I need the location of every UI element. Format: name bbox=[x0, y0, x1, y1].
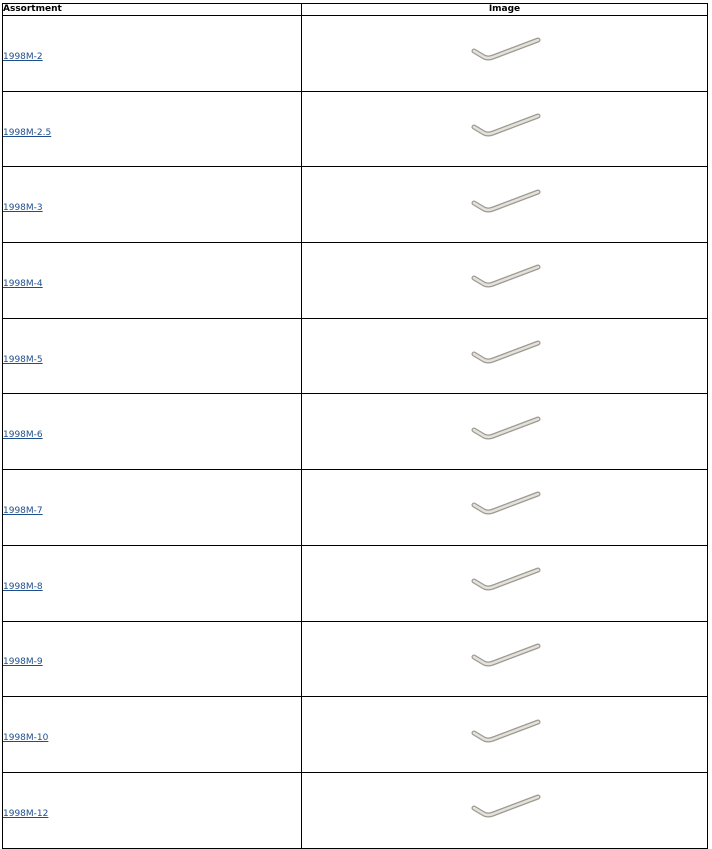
assortment-cell: 1998M-5 bbox=[2, 317, 302, 395]
part-link[interactable]: 1998M-4 bbox=[3, 279, 43, 289]
part-link[interactable]: 1998M-8 bbox=[3, 582, 43, 592]
image-cell bbox=[301, 393, 708, 471]
assortment-cell: 1998M-4 bbox=[2, 242, 302, 319]
hex-key-icon bbox=[471, 416, 540, 440]
assortment-cell: 1998M-2.5 bbox=[2, 90, 302, 168]
assortment-table: Assortment Image 1998M-2 1998M-2.5 1998M… bbox=[2, 3, 708, 849]
table-row: 1998M-10 bbox=[2, 696, 708, 773]
table-row: 1998M-12 bbox=[2, 771, 708, 849]
image-cell bbox=[301, 166, 708, 244]
image-column-header: Image bbox=[301, 3, 708, 16]
image-cell bbox=[301, 469, 708, 546]
assortment-cell: 1998M-7 bbox=[2, 469, 302, 546]
image-cell bbox=[301, 771, 708, 849]
hex-key-icon bbox=[471, 794, 540, 818]
part-link[interactable]: 1998M-6 bbox=[3, 430, 43, 440]
part-link[interactable]: 1998M-2.5 bbox=[3, 128, 51, 138]
hex-key-icon bbox=[471, 189, 540, 213]
hex-key-icon bbox=[471, 264, 540, 288]
part-link[interactable]: 1998M-7 bbox=[3, 506, 43, 516]
assortment-cell: 1998M-3 bbox=[2, 166, 302, 244]
assortment-cell: 1998M-8 bbox=[2, 544, 302, 622]
image-cell bbox=[301, 696, 708, 773]
image-cell bbox=[301, 90, 708, 168]
image-cell bbox=[301, 620, 708, 698]
assortment-cell: 1998M-12 bbox=[2, 771, 302, 849]
hex-key-icon bbox=[471, 491, 540, 515]
part-link[interactable]: 1998M-12 bbox=[3, 809, 48, 819]
assortment-cell: 1998M-9 bbox=[2, 620, 302, 698]
part-link[interactable]: 1998M-2 bbox=[3, 52, 43, 62]
hex-key-icon bbox=[471, 643, 540, 667]
part-link[interactable]: 1998M-3 bbox=[3, 203, 43, 213]
table-row: 1998M-5 bbox=[2, 317, 708, 395]
assortment-cell: 1998M-2 bbox=[2, 15, 302, 92]
assortment-column-header: Assortment bbox=[2, 3, 302, 16]
table-row: 1998M-4 bbox=[2, 242, 708, 319]
image-cell bbox=[301, 242, 708, 319]
part-link[interactable]: 1998M-9 bbox=[3, 657, 43, 667]
hex-key-icon bbox=[471, 340, 540, 364]
hex-key-icon bbox=[471, 719, 540, 743]
table-row: 1998M-2.5 bbox=[2, 90, 708, 168]
part-link[interactable]: 1998M-5 bbox=[3, 355, 43, 365]
hex-key-icon bbox=[471, 567, 540, 591]
table-row: 1998M-3 bbox=[2, 166, 708, 244]
hex-key-icon bbox=[471, 113, 540, 137]
table-row: 1998M-6 bbox=[2, 393, 708, 471]
table-header-row: Assortment Image bbox=[2, 3, 708, 16]
image-cell bbox=[301, 15, 708, 92]
assortment-cell: 1998M-10 bbox=[2, 696, 302, 773]
image-cell bbox=[301, 317, 708, 395]
image-cell bbox=[301, 544, 708, 622]
table-row: 1998M-9 bbox=[2, 620, 708, 698]
hex-key-icon bbox=[471, 37, 540, 61]
table-row: 1998M-8 bbox=[2, 544, 708, 622]
table-row: 1998M-2 bbox=[2, 15, 708, 92]
assortment-cell: 1998M-6 bbox=[2, 393, 302, 471]
part-link[interactable]: 1998M-10 bbox=[3, 733, 48, 743]
table-row: 1998M-7 bbox=[2, 469, 708, 546]
